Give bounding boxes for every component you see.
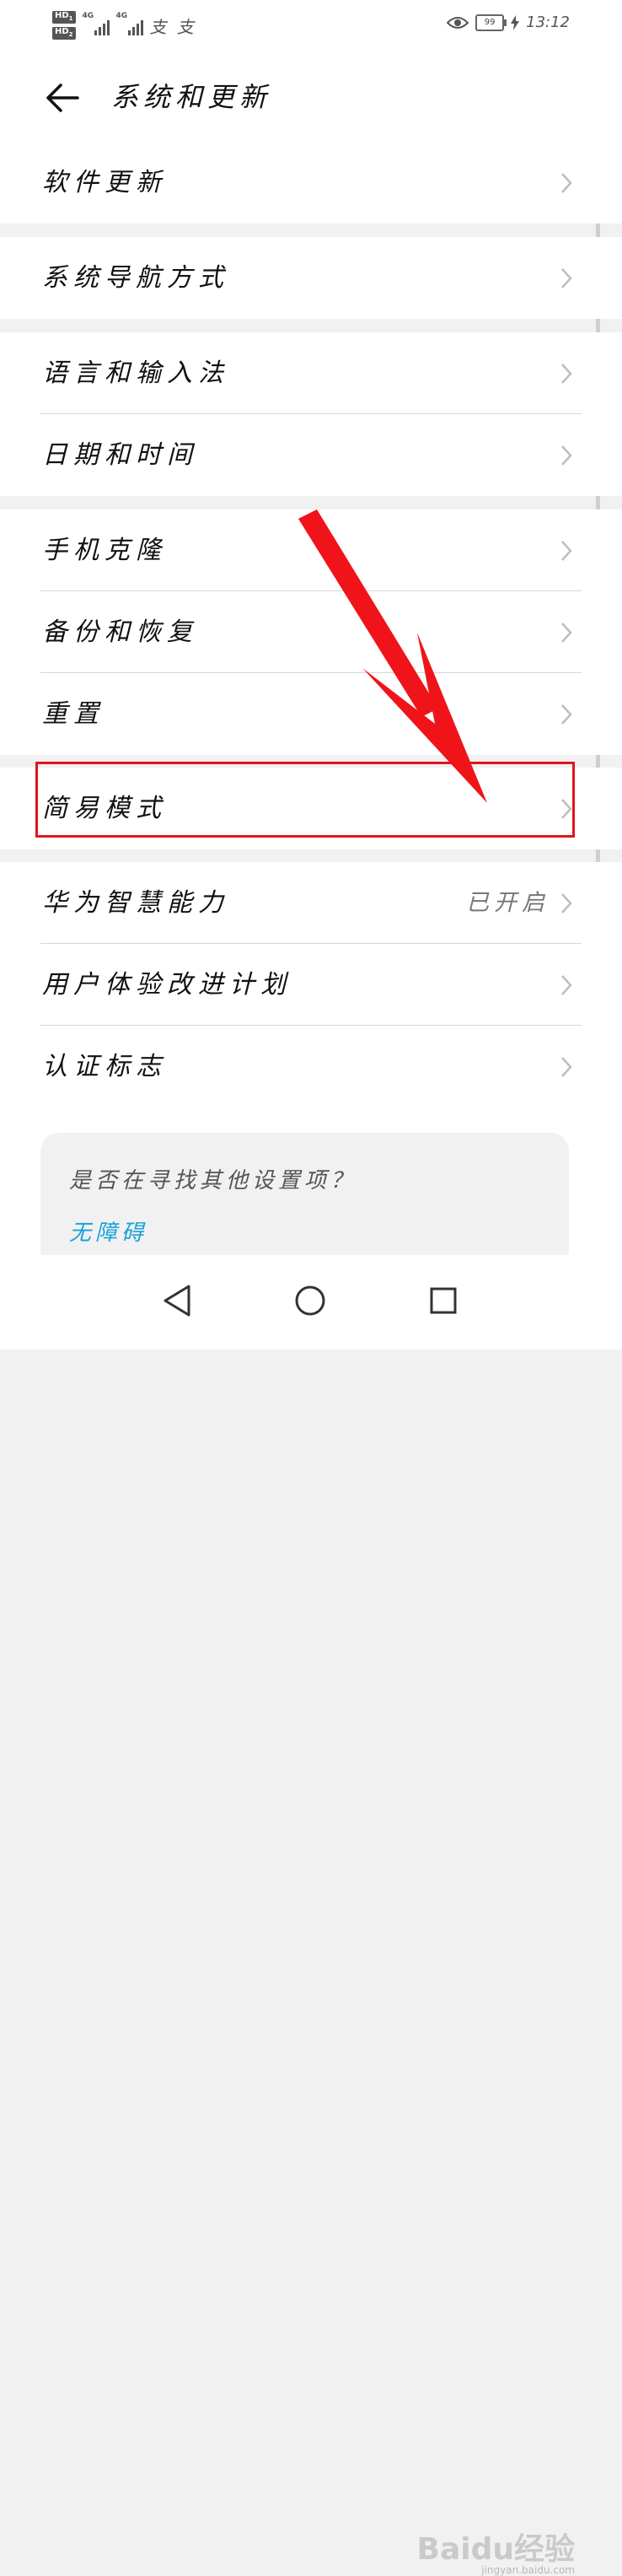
item-label: 华为智慧能力: [42, 888, 229, 918]
item-label: 认证标志: [42, 1052, 167, 1081]
settings-item-user-experience[interactable]: 用户体验改进计划: [0, 944, 622, 1026]
search-suggestion-card: 是否在寻找其他设置项？ 无障碍: [40, 1133, 569, 1268]
settings-item-system-navigation[interactable]: 系统导航方式: [0, 237, 622, 319]
chevron-right-icon: [553, 890, 580, 917]
page-title: 系统和更新: [111, 81, 272, 113]
item-label: 系统导航方式: [42, 263, 229, 293]
settings-group-huawei: 华为智慧能力 已开启 用户体验改进计划 认证标志: [0, 862, 622, 1133]
settings-group-navigation: 系统导航方式: [0, 237, 622, 319]
charging-icon: [511, 14, 520, 30]
hd-indicators: HD1 HD2: [52, 11, 76, 40]
app-header: 系统和更新: [0, 52, 622, 142]
system-nav-bar: Baidu经验 jingyan.baidu.com: [0, 1255, 622, 2576]
chevron-right-icon: [553, 619, 580, 646]
status-left: HD1 HD2 4G 4G 支 支: [52, 8, 196, 42]
hd-icon-sim2: HD2: [52, 27, 76, 40]
settings-item-language-input[interactable]: 语言和输入法: [0, 332, 622, 414]
settings-item-certification[interactable]: 认证标志: [0, 1026, 622, 1107]
settings-item-huawei-assistant[interactable]: 华为智慧能力 已开启: [0, 862, 622, 944]
item-label: 用户体验改进计划: [42, 970, 292, 1000]
chevron-right-icon: [553, 537, 580, 564]
nav-recents-button[interactable]: [418, 1275, 469, 1326]
settings-group-update: 软件更新: [0, 142, 622, 224]
notification-app-icons: 支 支: [149, 16, 196, 37]
status-bar: HD1 HD2 4G 4G 支 支 99 13:12: [0, 0, 622, 52]
watermark-url: jingyan.baidu.com: [481, 2564, 575, 2576]
chevron-right-icon: [553, 265, 580, 292]
item-label: 备份和恢复: [42, 617, 198, 647]
hd-icon-sim1: HD1: [52, 11, 76, 24]
item-label: 语言和输入法: [42, 358, 229, 388]
chevron-right-icon: [553, 360, 580, 387]
status-right: 99 13:12: [447, 13, 570, 31]
item-label: 软件更新: [42, 168, 167, 197]
item-status-value: 已开启: [466, 890, 550, 916]
chevron-right-icon: [553, 701, 580, 728]
nav-back-button[interactable]: [152, 1275, 202, 1326]
eye-comfort-icon: [447, 16, 469, 29]
battery-icon: 99: [475, 13, 507, 31]
chevron-right-icon: [553, 972, 580, 999]
back-button[interactable]: [42, 78, 83, 118]
nav-home-button[interactable]: [285, 1275, 335, 1326]
item-label: 重置: [42, 699, 105, 729]
signal-icon-sim2: 4G: [116, 12, 143, 35]
signal-icon-sim1: 4G: [83, 12, 110, 35]
baidu-watermark: Baidu经验: [416, 2532, 575, 2567]
square-recents-icon: [430, 1287, 457, 1314]
clock: 13:12: [526, 13, 570, 31]
item-label: 手机克隆: [42, 536, 167, 565]
card-question: 是否在寻找其他设置项？: [69, 1168, 357, 1194]
back-arrow-icon: [46, 84, 79, 112]
settings-item-date-time[interactable]: 日期和时间: [0, 414, 622, 496]
accessibility-link[interactable]: 无障碍: [69, 1215, 147, 1247]
chevron-right-icon: [553, 442, 580, 469]
circle-home-icon: [295, 1285, 325, 1316]
chevron-right-icon: [553, 170, 580, 197]
settings-group-language-time: 语言和输入法 日期和时间: [0, 332, 622, 496]
triangle-back-icon: [164, 1285, 190, 1317]
red-arrow-annotation: [298, 509, 487, 803]
chevron-right-icon: [553, 1054, 580, 1081]
settings-item-software-update[interactable]: 软件更新: [0, 142, 622, 224]
item-label: 日期和时间: [42, 440, 198, 470]
